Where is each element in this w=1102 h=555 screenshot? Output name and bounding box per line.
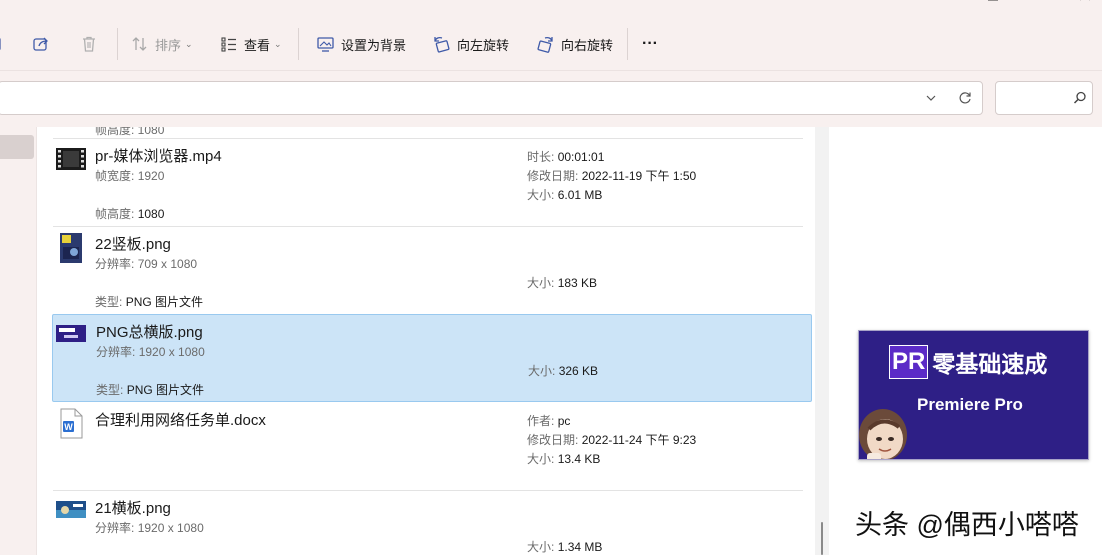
- file-prop-duration: 时长: 00:01:01: [527, 150, 605, 164]
- share-icon: [33, 37, 48, 51]
- list-view-icon: [221, 37, 236, 52]
- vertical-scrollbar[interactable]: [815, 127, 829, 555]
- file-prop-modified: 修改日期: 2022-11-24 下午 9:23: [527, 433, 697, 447]
- pr-badge: PR: [889, 345, 929, 379]
- list-item-mp4[interactable]: pr-媒体浏览器.mp4 帧宽度: 1920 帧高度: 1080 时长: 00:…: [53, 139, 803, 227]
- refresh-icon[interactable]: [957, 90, 973, 106]
- chevron-down-icon: ⌄: [185, 38, 193, 49]
- list-item-png-main-selected[interactable]: PNG总横版.png 分辨率: 1920 x 1080 类型: PNG 图片文件…: [52, 314, 812, 402]
- toolbar-divider: [627, 28, 628, 60]
- set-background-button[interactable]: 设置为背景: [316, 30, 406, 58]
- file-prop-frame-width: 帧宽度: 1920: [95, 169, 165, 183]
- rotate-left-label: 向左旋转: [457, 37, 510, 53]
- rotate-right-label: 向右旋转: [561, 37, 614, 53]
- file-prop-modified: 修改日期: 2022-11-19 下午 1:50: [527, 169, 697, 183]
- address-row: [0, 71, 1102, 127]
- file-prop-resolution: 分辨率: 1920 x 1080: [96, 345, 205, 359]
- set-background-label: 设置为背景: [341, 37, 407, 53]
- word-document-icon: W: [60, 408, 83, 439]
- file-prop-frame-height: 帧高度: 1080: [95, 207, 165, 221]
- sort-icon: [132, 37, 147, 51]
- file-prop-author: 作者: pc: [527, 414, 571, 428]
- set-background-icon: [317, 37, 334, 52]
- file-prop-size: 大小: 1.34 MB: [527, 540, 603, 554]
- trash-icon: [83, 36, 95, 52]
- rotate-right-icon: [537, 36, 553, 53]
- minimize-button[interactable]: [978, 0, 1008, 10]
- image-thumbnail: [56, 325, 86, 342]
- file-prop-size: 大小: 6.01 MB: [527, 188, 603, 202]
- cartoon-avatar-illustration: [859, 409, 907, 459]
- svg-text:W: W: [64, 422, 73, 432]
- file-prop-size: 大小: 183 KB: [527, 276, 598, 290]
- file-prop-size: 大小: 326 KB: [528, 364, 599, 378]
- chevron-down-icon: ⌄: [274, 38, 282, 49]
- maximize-icon: [1032, 0, 1046, 8]
- file-name: 22竖板.png: [95, 236, 171, 253]
- preview-title-text: 零基础速成: [932, 351, 1048, 377]
- search-input[interactable]: [995, 81, 1093, 115]
- file-prop-size: 大小: 13.4 KB: [527, 452, 601, 466]
- file-prop-type: 类型: PNG 图片文件: [96, 383, 205, 397]
- file-prop-type: 类型: PNG 图片文件: [95, 295, 204, 309]
- close-icon: [1080, 0, 1090, 1]
- more-options-button[interactable]: ···: [642, 30, 658, 58]
- image-thumbnail: [56, 501, 86, 518]
- file-name: 合理利用网络任务单.docx: [95, 412, 266, 429]
- chevron-down-icon[interactable]: [923, 90, 939, 106]
- view-label: 查看: [244, 37, 271, 53]
- command-bar: 排序 ⌄ 查看 ⌄ 设置为背景 向左旋转 向右旋转 ···: [0, 0, 1102, 71]
- file-name: pr-媒体浏览器.mp4: [95, 148, 222, 165]
- rotate-right-button[interactable]: 向右旋转: [536, 30, 613, 58]
- list-item-png22[interactable]: 22竖板.png 分辨率: 709 x 1080 类型: PNG 图片文件 大小…: [53, 227, 803, 315]
- close-window-button[interactable]: [1070, 0, 1100, 10]
- file-prop-resolution: 分辨率: 709 x 1080: [95, 257, 198, 271]
- list-item-docx[interactable]: W 合理利用网络任务单.docx 作者: pc 修改日期: 2022-11-24…: [53, 403, 803, 491]
- partial-row-text: 帧高度: 1080: [95, 127, 165, 137]
- sort-label: 排序: [155, 37, 182, 53]
- rotate-left-button[interactable]: 向左旋转: [432, 30, 509, 58]
- file-name: PNG总横版.png: [96, 324, 203, 341]
- maximize-button[interactable]: [1024, 0, 1054, 10]
- toolbar-divider: [117, 28, 118, 60]
- watermark-text: 头条 @偶西小嗒嗒: [855, 510, 1079, 540]
- copy-icon: [0, 37, 1, 51]
- share-button[interactable]: [32, 30, 50, 58]
- search-icon: [1073, 91, 1086, 104]
- toolbar-divider: [298, 28, 299, 60]
- scrollbar-thumb[interactable]: [821, 522, 823, 555]
- file-list[interactable]: 帧高度: 1080 pr-媒体浏览器.mp4 帧宽度: 1920 帧高度: 10…: [37, 127, 815, 555]
- video-file-icon: [56, 148, 86, 170]
- view-button[interactable]: 查看 ⌄: [220, 30, 282, 58]
- image-thumbnail: [60, 233, 82, 263]
- navigation-pane[interactable]: [0, 127, 36, 555]
- delete-button[interactable]: [80, 30, 98, 58]
- sort-button[interactable]: 排序 ⌄: [131, 30, 193, 58]
- preview-image: PR 零基础速成 Premiere Pro: [858, 330, 1089, 460]
- more-icon: ···: [642, 35, 658, 52]
- copy-button[interactable]: [0, 30, 4, 58]
- nav-selected-item[interactable]: [0, 135, 34, 159]
- file-prop-resolution: 分辨率: 1920 x 1080: [95, 521, 204, 535]
- minimize-icon: [988, 0, 998, 1]
- file-name: 21横板.png: [95, 500, 171, 517]
- rotate-left-icon: [434, 36, 450, 53]
- list-item-png21[interactable]: 21横板.png 分辨率: 1920 x 1080 大小: 1.34 MB: [53, 491, 803, 555]
- preview-title: PR 零基础速成: [889, 345, 1063, 379]
- address-bar[interactable]: [0, 81, 983, 115]
- preview-subtitle: Premiere Pro: [917, 395, 1023, 414]
